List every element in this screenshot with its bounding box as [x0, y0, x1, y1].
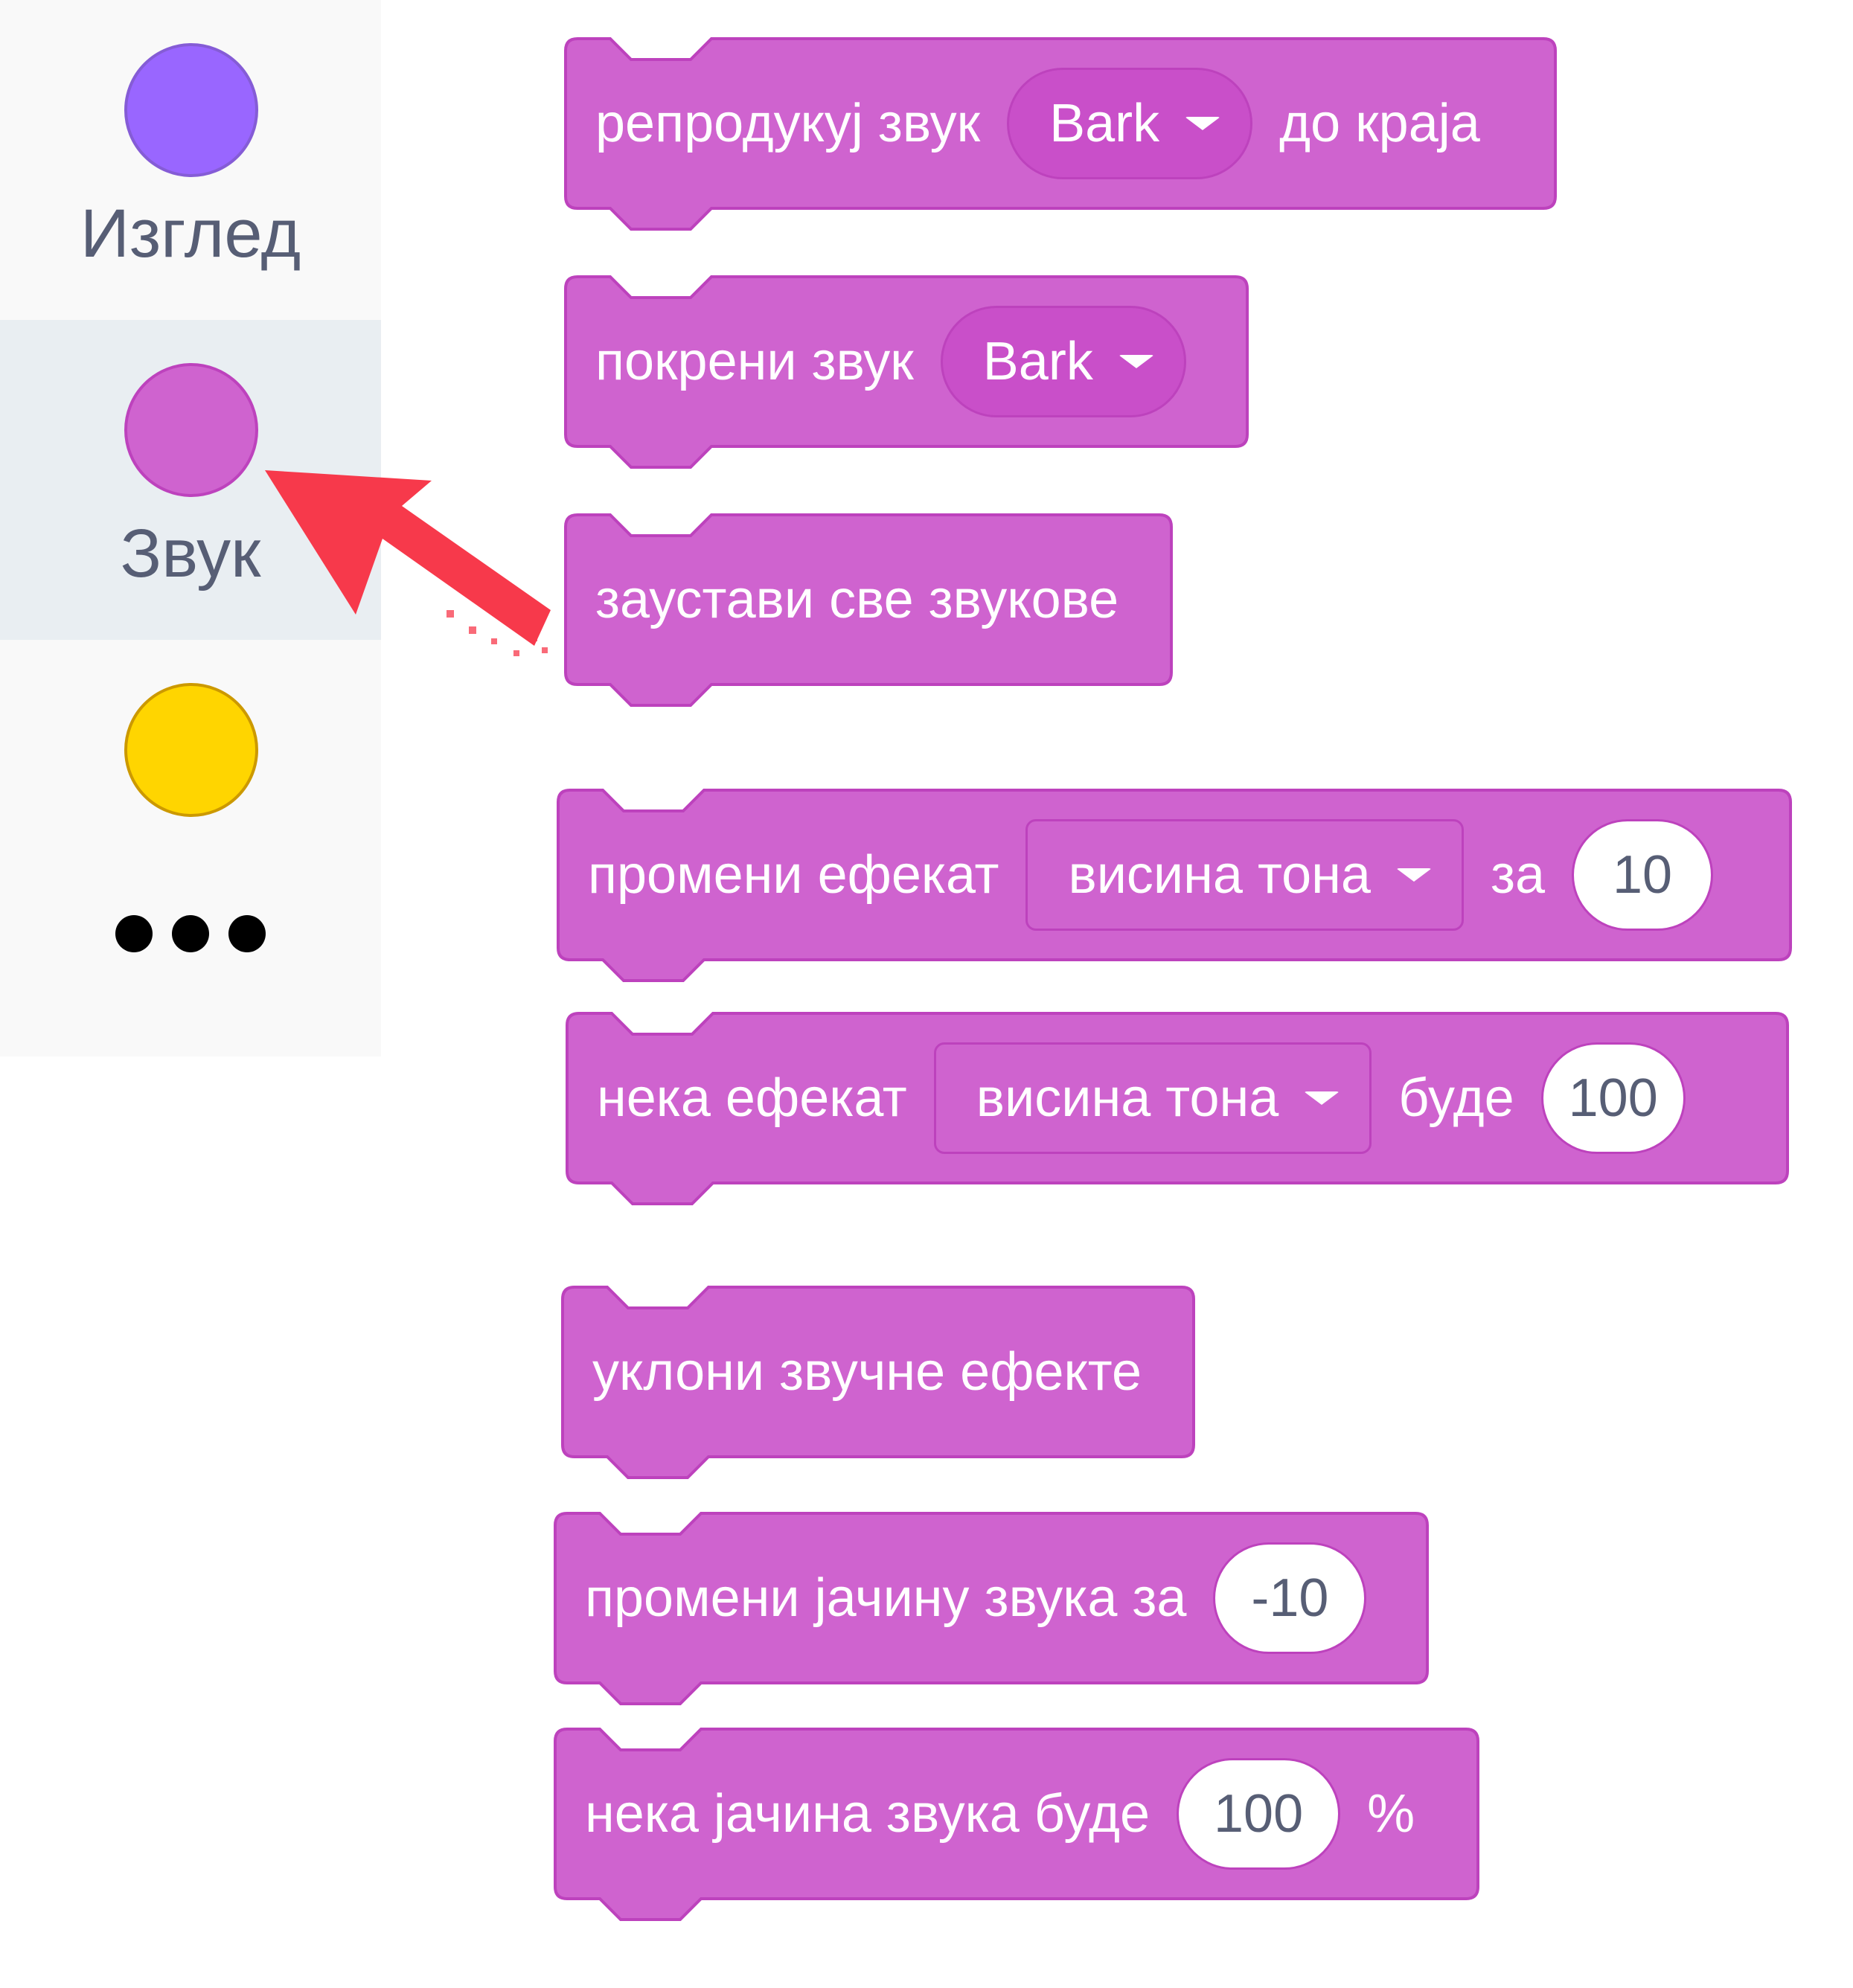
block-text-suffix: до краја: [1279, 94, 1480, 153]
effect-dropdown[interactable]: висина тона: [1025, 819, 1464, 931]
effect-amount-input[interactable]: 10: [1572, 819, 1714, 931]
block-text: уклони звучне ефекте: [592, 1342, 1142, 1402]
category-label-sound: Звук: [120, 516, 261, 591]
dropdown-caret-icon: [1395, 868, 1432, 882]
category-looks[interactable]: Изглед: [0, 0, 381, 320]
dropdown-caret-icon: [1304, 1091, 1340, 1105]
block-text: промени ефекат: [588, 845, 999, 905]
block-text: заустави све звукове: [595, 570, 1119, 629]
sound-dropdown-value: Bark: [1049, 94, 1160, 153]
effect-dropdown[interactable]: висина тона: [933, 1042, 1372, 1154]
sound-dropdown[interactable]: Bark: [1007, 68, 1253, 179]
block-text-to: буде: [1398, 1068, 1514, 1128]
effect-dropdown-value: висина тона: [1068, 845, 1371, 905]
more-dot: [115, 915, 153, 952]
volume-change-input[interactable]: -10: [1213, 1542, 1367, 1654]
dropdown-caret-icon: [1118, 355, 1154, 368]
events-category-circle-icon: [124, 683, 258, 817]
category-events[interactable]: [0, 640, 381, 960]
sound-dropdown[interactable]: Bark: [940, 306, 1186, 417]
looks-category-circle-icon: [124, 43, 258, 177]
category-sidebar: Изглед Звук: [0, 0, 381, 1056]
sound-category-circle-icon: [124, 363, 258, 497]
block-text: репродукуј звук: [595, 94, 981, 153]
block-text: покрени звук: [595, 332, 914, 391]
block-text: нека ефекат: [597, 1068, 907, 1128]
more-dot: [172, 915, 209, 952]
block-text-by: за: [1490, 845, 1546, 905]
category-label-looks: Изглед: [80, 196, 301, 272]
effect-dropdown-value: висина тона: [976, 1068, 1279, 1128]
volume-value-input[interactable]: 100: [1177, 1758, 1341, 1870]
percent-label: %: [1367, 1784, 1415, 1844]
category-sound[interactable]: Звук: [0, 320, 381, 640]
block-text: нека јачина звука буде: [585, 1784, 1150, 1844]
effect-value-input[interactable]: 100: [1540, 1042, 1686, 1154]
dropdown-caret-icon: [1185, 117, 1221, 130]
sound-dropdown-value: Bark: [982, 332, 1093, 391]
more-dot: [228, 915, 266, 952]
arrow-trail: [447, 580, 548, 656]
block-text: промени јачину звука за: [585, 1568, 1187, 1628]
